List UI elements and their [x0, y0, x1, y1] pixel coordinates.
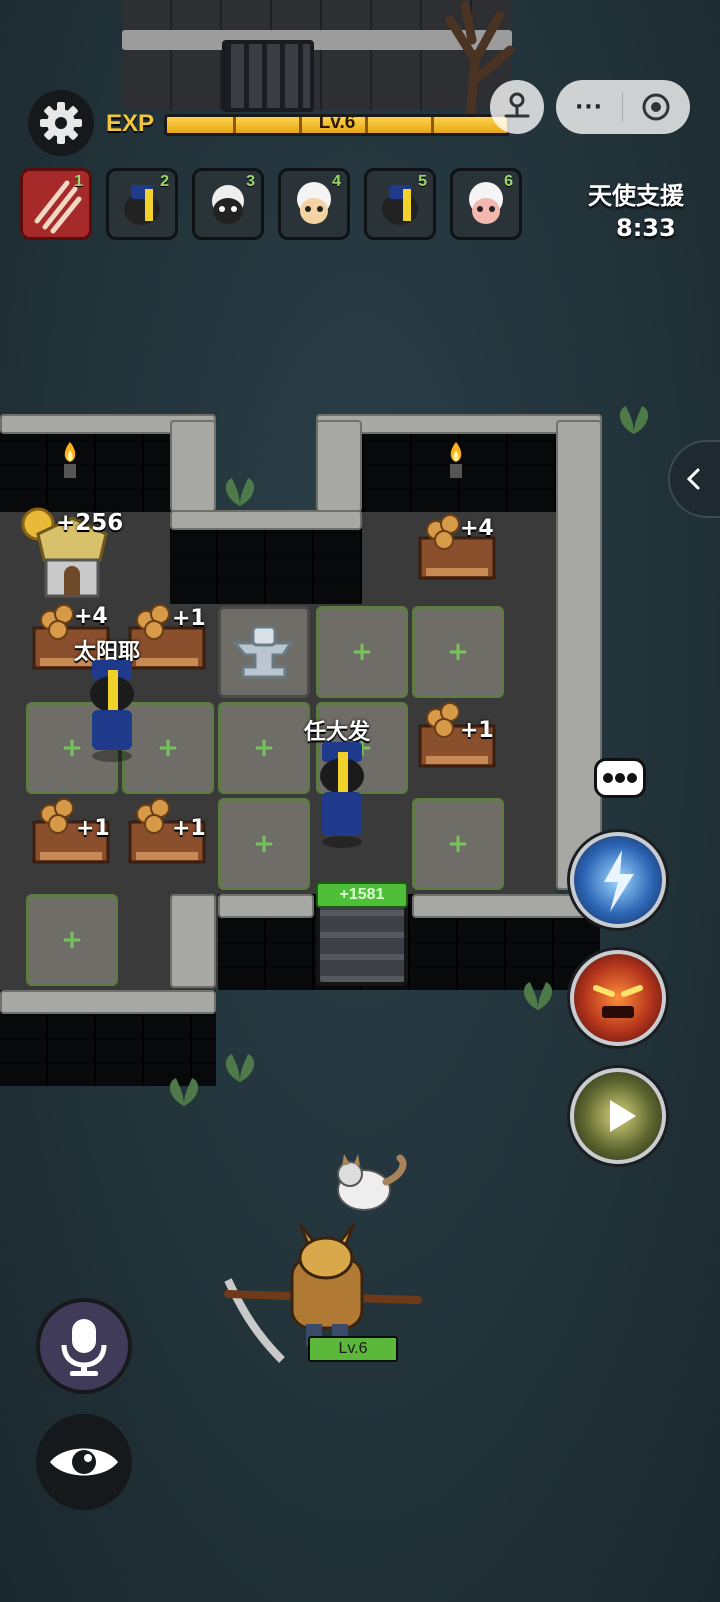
crate-bonus: +4 [74, 604, 108, 629]
unit-slot-1[interactable]: 1 [20, 168, 92, 240]
chat-button[interactable] [594, 758, 646, 798]
hero-level-label: Lv.6 [338, 1340, 368, 1357]
eye-icon [50, 1448, 118, 1476]
joystick-toggle-button[interactable] [490, 80, 544, 134]
torch-icon [64, 442, 76, 478]
mini-program-capsule: ··· [556, 80, 690, 134]
plus-icon: + [157, 733, 179, 763]
summon-skill-button[interactable] [570, 1068, 666, 1164]
gate-hp-bar: +1581 [316, 882, 408, 908]
wall-cap [218, 894, 314, 918]
crate-bonus: +4 [460, 516, 494, 541]
target-circle-icon [642, 93, 670, 121]
lightning-skill-button[interactable] [570, 832, 666, 928]
plus-icon: + [447, 637, 469, 667]
wall-pillar-right [556, 420, 602, 890]
close-button[interactable] [623, 92, 689, 122]
gear-icon [40, 102, 82, 144]
empty-build-tile[interactable]: + [26, 894, 118, 986]
player-level: Lv.6 [318, 112, 356, 133]
plus-icon: + [61, 925, 83, 955]
hero-level-bar: Lv.6 [308, 1336, 398, 1362]
joystick-icon [504, 92, 530, 118]
voice-chat-button[interactable] [36, 1298, 132, 1394]
exp-label: EXP [106, 110, 155, 137]
microphone-icon [61, 1319, 107, 1376]
empty-build-tile[interactable]: + [218, 798, 310, 890]
unit-slot-4[interactable]: 4 [278, 168, 350, 240]
unit-slot-5[interactable]: 5 [364, 168, 436, 240]
chevron-left-icon [686, 468, 700, 490]
wall-pillar [170, 420, 216, 512]
plant-icon [523, 982, 553, 1010]
jiangshi-sheep-npc[interactable] [76, 660, 150, 764]
view-toggle-button[interactable] [36, 1414, 132, 1510]
wall-pillar [170, 894, 216, 988]
empty-build-tile[interactable]: + [412, 606, 504, 698]
top-iron-gate [222, 40, 314, 112]
chat-dots-icon [603, 773, 637, 783]
angel-support-title: 天使支援 [588, 182, 684, 210]
plant-icon [225, 478, 255, 506]
wall-cap [0, 990, 216, 1014]
plus-icon: + [351, 637, 373, 667]
torch-icon [450, 442, 462, 478]
settings-button[interactable] [28, 90, 94, 156]
empty-build-tile[interactable]: + [412, 798, 504, 890]
anvil-icon [231, 625, 294, 679]
play-icon [610, 1100, 636, 1132]
gold-bonus: +256 [56, 510, 124, 536]
crate-bonus: +1 [460, 718, 494, 743]
wall-cap [170, 510, 362, 530]
angel-support-timer: 8:33 [616, 214, 676, 242]
more-button[interactable]: ··· [556, 95, 622, 120]
plant-icon [169, 1078, 199, 1106]
empty-build-tile[interactable]: + [218, 702, 310, 794]
iron-gate[interactable] [316, 900, 408, 986]
unit-slot-2[interactable]: 2 [106, 168, 178, 240]
anvil-tile[interactable] [218, 606, 310, 698]
plant-icon [225, 1054, 255, 1082]
crate-bonus: +1 [172, 606, 206, 631]
unit-slot-3[interactable]: 3 [192, 168, 264, 240]
angry-face-icon [593, 985, 643, 1018]
plus-icon: + [447, 829, 469, 859]
plant-icon [619, 406, 649, 434]
jiangshi-sheep-npc[interactable] [306, 742, 380, 850]
plus-icon: + [253, 733, 275, 763]
wall-cap [412, 894, 600, 918]
rage-skill-button[interactable] [570, 950, 666, 1046]
wall-pillar [316, 420, 362, 512]
pet-cat-icon [337, 1154, 407, 1211]
empty-build-tile[interactable]: + [316, 606, 408, 698]
crate-bonus: +1 [76, 816, 110, 841]
side-panel-toggle[interactable] [668, 440, 720, 518]
crate-bonus: +1 [172, 816, 206, 841]
lightning-icon [604, 850, 634, 912]
plus-icon: + [253, 829, 275, 859]
unit-slot-6[interactable]: 6 [450, 168, 522, 240]
